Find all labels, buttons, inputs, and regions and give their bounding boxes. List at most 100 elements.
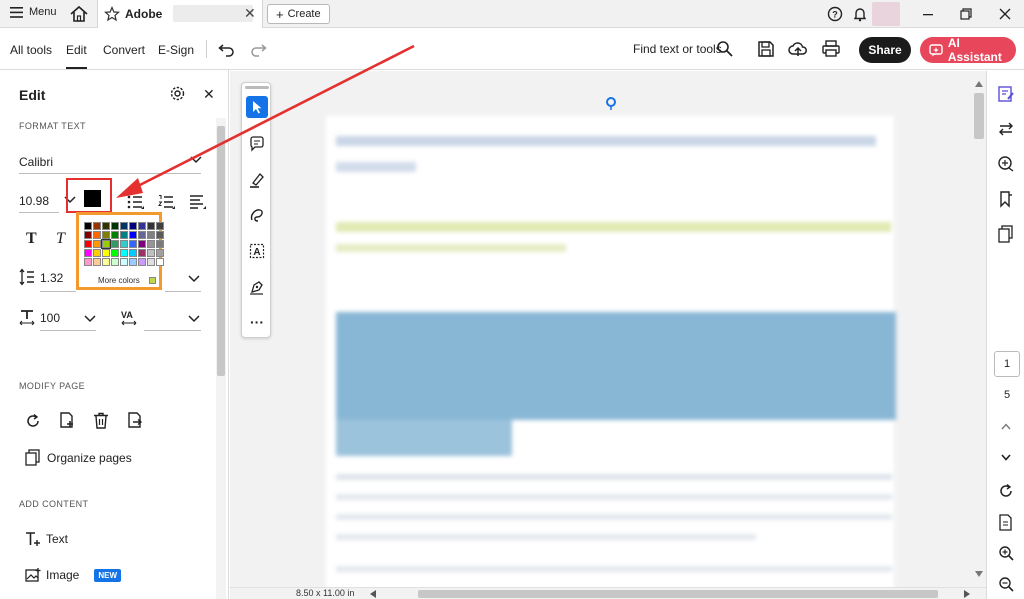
panel-scrollbar[interactable] bbox=[216, 118, 226, 599]
current-page-input[interactable]: 1 bbox=[994, 351, 1020, 377]
more-tools-icon[interactable]: ··· bbox=[246, 311, 268, 333]
text-color-swatch[interactable] bbox=[84, 190, 101, 207]
convert-rail-button[interactable] bbox=[996, 119, 1016, 139]
color-swatch[interactable] bbox=[111, 240, 119, 248]
color-swatch[interactable] bbox=[93, 258, 101, 266]
pages-rail-button[interactable] bbox=[996, 224, 1016, 244]
color-swatch[interactable] bbox=[147, 222, 155, 230]
color-swatch[interactable] bbox=[156, 231, 164, 239]
edit-pdf-rail-button[interactable] bbox=[996, 84, 1016, 104]
minimize-button[interactable] bbox=[918, 4, 938, 24]
delete-page-button[interactable] bbox=[93, 412, 109, 429]
bookmarks-rail-button[interactable] bbox=[996, 189, 1016, 209]
close-window-button[interactable] bbox=[995, 4, 1015, 24]
color-swatch[interactable] bbox=[84, 231, 92, 239]
color-swatch[interactable] bbox=[120, 240, 128, 248]
add-text-button[interactable]: Text bbox=[25, 531, 68, 547]
previous-page-icon[interactable] bbox=[1001, 423, 1011, 430]
color-swatch[interactable] bbox=[84, 249, 92, 257]
more-colors-swatch[interactable] bbox=[149, 277, 156, 284]
color-swatch[interactable] bbox=[129, 231, 137, 239]
comment-tool[interactable] bbox=[246, 133, 268, 155]
undo-button[interactable] bbox=[217, 39, 237, 59]
color-swatch[interactable] bbox=[120, 258, 128, 266]
organize-pages-button[interactable]: Organize pages bbox=[25, 449, 132, 466]
font-family-select[interactable]: Calibri bbox=[19, 155, 53, 169]
home-button[interactable] bbox=[68, 4, 90, 24]
zoom-in-button[interactable] bbox=[996, 543, 1016, 563]
horizontal-scrollbar-thumb[interactable] bbox=[418, 590, 938, 598]
color-swatch[interactable] bbox=[138, 249, 146, 257]
document-horizontal-scrollbar[interactable]: 8.50 x 11.00 in bbox=[230, 587, 986, 599]
add-image-button[interactable]: Image NEW bbox=[25, 567, 122, 583]
color-swatch[interactable] bbox=[111, 258, 119, 266]
ai-assistant-button[interactable]: AI Assistant bbox=[920, 36, 1016, 64]
color-swatch[interactable] bbox=[102, 249, 110, 257]
scroll-right-icon[interactable] bbox=[964, 590, 970, 598]
color-swatch[interactable] bbox=[138, 258, 146, 266]
tab-esign[interactable]: E-Sign bbox=[158, 43, 194, 57]
restore-button[interactable] bbox=[956, 4, 976, 24]
panel-close-icon[interactable]: ✕ bbox=[203, 86, 215, 103]
document-vertical-scrollbar[interactable] bbox=[972, 71, 986, 587]
tab-convert[interactable]: Convert bbox=[103, 43, 145, 57]
scroll-left-icon[interactable] bbox=[370, 590, 376, 598]
horizontal-scale-chevron-icon[interactable] bbox=[84, 315, 96, 323]
tab-all-tools[interactable]: All tools bbox=[10, 43, 52, 57]
color-swatch[interactable] bbox=[84, 240, 92, 248]
menu-button[interactable]: Menu bbox=[10, 6, 57, 18]
color-swatch[interactable] bbox=[84, 258, 92, 266]
location-pin-icon[interactable] bbox=[606, 97, 616, 111]
document-tab[interactable]: Adobe ✕ bbox=[97, 0, 263, 28]
italic-icon[interactable]: T bbox=[56, 230, 65, 248]
color-swatch[interactable] bbox=[120, 222, 128, 230]
color-swatch[interactable] bbox=[93, 231, 101, 239]
help-button[interactable]: ? bbox=[825, 4, 845, 24]
color-swatch[interactable] bbox=[156, 258, 164, 266]
character-spacing-chevron-icon[interactable] bbox=[188, 315, 200, 323]
find-text-or-tools[interactable]: Find text or tools bbox=[633, 42, 722, 56]
insert-page-button[interactable] bbox=[59, 412, 75, 429]
panel-scrollbar-thumb[interactable] bbox=[217, 126, 225, 376]
draw-tool[interactable] bbox=[246, 204, 268, 226]
scroll-up-icon[interactable] bbox=[975, 81, 983, 87]
horizontal-scale-input[interactable]: 100 bbox=[40, 311, 60, 325]
star-icon[interactable] bbox=[104, 6, 120, 22]
share-button[interactable]: Share bbox=[859, 37, 911, 63]
color-swatch[interactable] bbox=[102, 231, 110, 239]
zoom-out-button[interactable] bbox=[996, 574, 1016, 594]
color-swatch[interactable] bbox=[129, 240, 137, 248]
page-display-button[interactable] bbox=[996, 512, 1016, 532]
color-swatch[interactable] bbox=[147, 258, 155, 266]
color-swatch[interactable] bbox=[138, 231, 146, 239]
search-button[interactable] bbox=[715, 39, 735, 59]
color-swatch[interactable] bbox=[138, 222, 146, 230]
select-tool[interactable] bbox=[246, 96, 268, 118]
color-swatch[interactable] bbox=[129, 258, 137, 266]
numbered-list-button[interactable] bbox=[158, 194, 176, 210]
color-swatch[interactable] bbox=[147, 249, 155, 257]
color-swatch[interactable] bbox=[138, 240, 146, 248]
line-spacing-input[interactable]: 1.32 bbox=[40, 271, 63, 285]
bold-icon[interactable]: T bbox=[26, 230, 37, 248]
color-swatch[interactable] bbox=[102, 258, 110, 266]
color-swatch[interactable] bbox=[101, 239, 111, 249]
color-swatch[interactable] bbox=[147, 240, 155, 248]
color-swatch[interactable] bbox=[156, 249, 164, 257]
color-swatch[interactable] bbox=[93, 240, 101, 248]
redo-button[interactable] bbox=[248, 39, 268, 59]
color-swatch[interactable] bbox=[120, 249, 128, 257]
color-swatch[interactable] bbox=[147, 231, 155, 239]
close-tab-icon[interactable]: ✕ bbox=[244, 5, 256, 22]
rotate-page-button[interactable] bbox=[25, 413, 41, 429]
document-scrollbar-thumb[interactable] bbox=[974, 93, 984, 139]
sign-tool[interactable] bbox=[246, 276, 268, 298]
tab-edit[interactable]: Edit bbox=[66, 43, 87, 69]
color-swatch[interactable] bbox=[129, 222, 137, 230]
text-box-tool[interactable]: A bbox=[246, 240, 268, 262]
print-button[interactable] bbox=[821, 39, 841, 59]
font-size-input[interactable]: 10.98 bbox=[19, 194, 49, 208]
chevron-down-icon[interactable] bbox=[190, 156, 202, 164]
upload-cloud-button[interactable] bbox=[788, 39, 808, 59]
bullet-list-button[interactable] bbox=[127, 194, 145, 210]
